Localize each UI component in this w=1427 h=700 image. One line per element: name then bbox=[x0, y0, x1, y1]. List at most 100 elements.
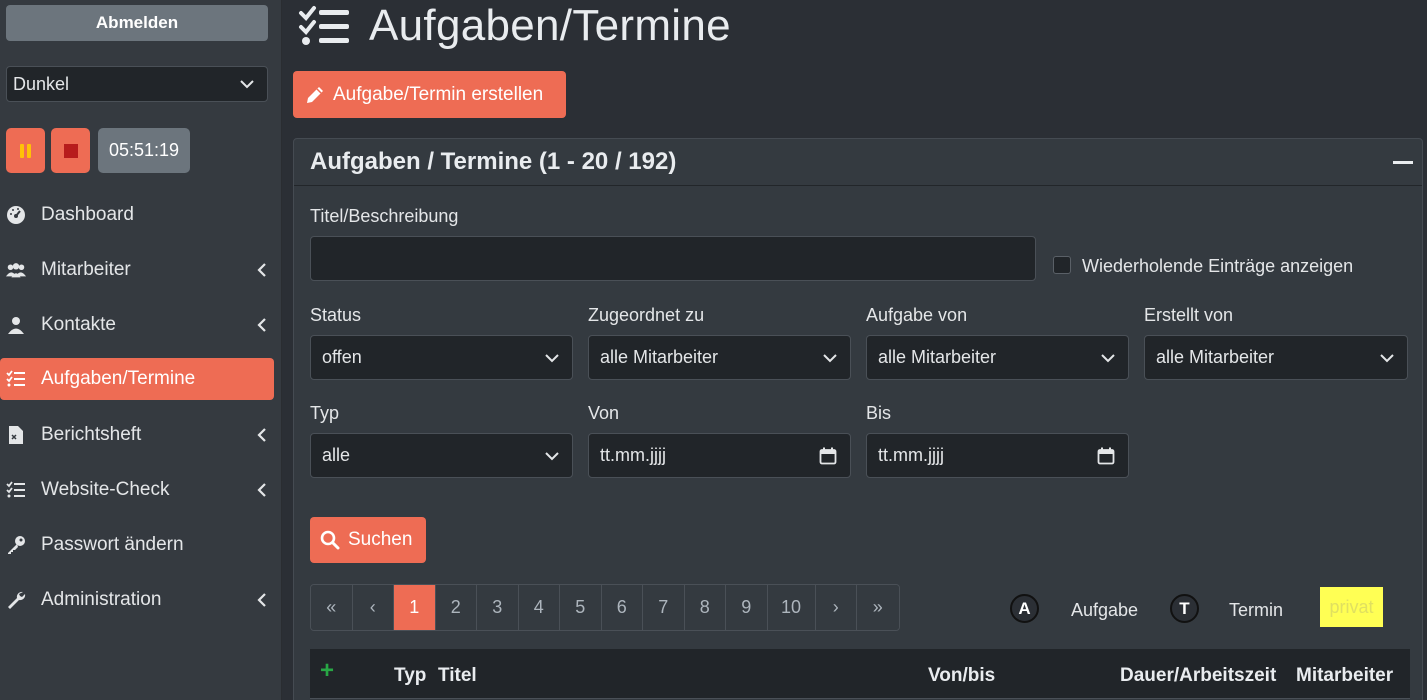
column-header-titel: Titel bbox=[438, 665, 477, 686]
create-task-label: Aufgabe/Termin erstellen bbox=[333, 83, 544, 105]
sidebar-item-kontakte[interactable]: Kontakte bbox=[0, 297, 282, 352]
type-filter-label: Typ bbox=[310, 403, 340, 423]
pause-icon bbox=[20, 143, 31, 158]
pencil-icon bbox=[307, 86, 323, 103]
to-date-label: Bis bbox=[866, 403, 892, 423]
assigned-select[interactable]: alle Mitarbeiter bbox=[588, 335, 851, 380]
add-icon[interactable]: + bbox=[320, 657, 334, 685]
sidebar-item-dashboard[interactable]: Dashboard bbox=[0, 187, 282, 242]
created-by-select[interactable]: alle Mitarbeiter bbox=[1144, 335, 1408, 380]
sidebar-item-aufgaben-termine[interactable]: Aufgaben/Termine bbox=[0, 358, 274, 400]
pagination-page[interactable]: 6 bbox=[601, 585, 643, 630]
status-select-value: offen bbox=[322, 347, 362, 367]
task-legend-label: Aufgabe bbox=[1071, 600, 1139, 620]
sidebar-item-label: Mitarbeiter bbox=[41, 258, 131, 280]
sidebar-item-label: Passwort ändern bbox=[41, 533, 184, 555]
status-filter-label: Status bbox=[310, 305, 362, 325]
timer-display: 05:51:19 bbox=[98, 128, 191, 173]
pagination-page[interactable]: 4 bbox=[518, 585, 560, 630]
pagination-first[interactable]: « bbox=[311, 585, 353, 630]
pagination-page[interactable]: 10 bbox=[767, 585, 816, 630]
chevron-left-icon bbox=[257, 482, 266, 497]
dashboard-icon bbox=[5, 204, 27, 226]
column-header-von-bis: Von/bis bbox=[928, 665, 996, 686]
calendar-icon[interactable] bbox=[819, 447, 837, 465]
pagination-prev[interactable]: ‹ bbox=[352, 585, 394, 630]
checklist-icon bbox=[5, 479, 27, 501]
search-button[interactable]: Suchen bbox=[310, 517, 426, 563]
status-select[interactable]: offen bbox=[310, 335, 573, 380]
chevron-down-icon bbox=[823, 353, 837, 362]
main-content: Aufgaben/Termine Aufgabe/Termin erstelle… bbox=[293, 0, 1427, 700]
chevron-left-icon bbox=[257, 427, 266, 442]
chevron-left-icon bbox=[257, 317, 266, 332]
from-date-input[interactable]: tt.mm.jjjj bbox=[588, 433, 851, 478]
task-from-select[interactable]: alle Mitarbeiter bbox=[866, 335, 1129, 380]
timer-controls: 05:51:19 bbox=[6, 128, 191, 173]
type-select-value: alle bbox=[322, 445, 351, 465]
title-filter-label: Titel/Beschreibung bbox=[310, 206, 459, 226]
column-header-dauer: Dauer/Arbeitszeit bbox=[1120, 665, 1277, 686]
pagination-page[interactable]: 3 bbox=[477, 585, 519, 630]
private-legend: privat bbox=[1320, 587, 1383, 627]
sidebar-item-label: Aufgaben/Termine bbox=[41, 368, 196, 389]
report-icon bbox=[5, 424, 27, 446]
assigned-select-value: alle Mitarbeiter bbox=[600, 347, 719, 367]
pagination-page[interactable]: 1 bbox=[394, 585, 436, 630]
page-title: Aufgaben/Termine bbox=[369, 1, 731, 50]
users-icon bbox=[5, 259, 27, 281]
sidebar-item-website-check[interactable]: Website-Check bbox=[0, 462, 282, 517]
search-label: Suchen bbox=[348, 529, 413, 550]
minus-icon bbox=[1393, 160, 1413, 164]
assigned-filter-label: Zugeordnet zu bbox=[588, 305, 705, 325]
created-by-select-value: alle Mitarbeiter bbox=[1156, 347, 1275, 367]
tasks-card: Aufgaben / Termine (1 - 20 / 192) Titel/… bbox=[293, 138, 1423, 700]
pagination-page[interactable]: 5 bbox=[560, 585, 602, 630]
title-filter-input[interactable] bbox=[310, 236, 1036, 281]
chevron-left-icon bbox=[257, 262, 266, 277]
theme-select[interactable]: Dunkel bbox=[6, 66, 268, 102]
pagination-next[interactable]: › bbox=[815, 585, 857, 630]
sidebar-item-label: Berichtsheft bbox=[41, 423, 142, 445]
sidebar-item-administration[interactable]: Administration bbox=[0, 572, 282, 627]
calendar-icon[interactable] bbox=[1097, 447, 1115, 465]
task-from-select-value: alle Mitarbeiter bbox=[878, 347, 997, 367]
sidebar-item-passwort[interactable]: Passwort ändern bbox=[0, 517, 282, 572]
task-from-filter-label: Aufgabe von bbox=[866, 305, 968, 325]
table-header: + Typ Titel Von/bis Dauer/Arbeitszeit Mi… bbox=[310, 649, 1410, 699]
chevron-down-icon bbox=[1380, 353, 1394, 362]
pagination: « ‹ 1 2 3 4 5 6 7 8 9 10 › » bbox=[310, 584, 900, 631]
sidebar-item-mitarbeiter[interactable]: Mitarbeiter bbox=[0, 242, 282, 297]
column-header-mitarbeiter: Mitarbeiter bbox=[1296, 665, 1394, 686]
sidebar: Abmelden Dunkel 05:51:19 Dashboard Mitar… bbox=[0, 0, 282, 700]
key-icon bbox=[5, 534, 27, 556]
pagination-page[interactable]: 9 bbox=[726, 585, 768, 630]
sidebar-item-berichtsheft[interactable]: Berichtsheft bbox=[0, 407, 282, 462]
from-date-value: tt.mm.jjjj bbox=[600, 445, 666, 465]
chevron-down-icon bbox=[545, 353, 559, 362]
chevron-down-icon bbox=[240, 80, 254, 89]
tasks-icon bbox=[299, 6, 349, 45]
pagination-page[interactable]: 7 bbox=[643, 585, 685, 630]
sidebar-item-label: Dashboard bbox=[41, 203, 134, 225]
pagination-page[interactable]: 2 bbox=[435, 585, 477, 630]
logout-button[interactable]: Abmelden bbox=[6, 5, 268, 41]
search-icon bbox=[320, 530, 340, 550]
stop-icon bbox=[63, 143, 78, 158]
recurring-label: Wiederholende Einträge anzeigen bbox=[1082, 256, 1354, 276]
collapse-button[interactable] bbox=[1390, 149, 1416, 175]
type-select[interactable]: alle bbox=[310, 433, 573, 478]
page-header: Aufgaben/Termine bbox=[293, 0, 731, 52]
recurring-checkbox[interactable] bbox=[1053, 256, 1071, 274]
create-task-button[interactable]: Aufgabe/Termin erstellen bbox=[293, 71, 566, 118]
chevron-down-icon bbox=[545, 451, 559, 460]
pagination-last[interactable]: » bbox=[857, 585, 899, 630]
theme-select-value: Dunkel bbox=[13, 73, 70, 94]
to-date-input[interactable]: tt.mm.jjjj bbox=[866, 433, 1129, 478]
pause-button[interactable] bbox=[6, 128, 45, 173]
pagination-page[interactable]: 8 bbox=[684, 585, 726, 630]
contact-icon bbox=[5, 314, 27, 336]
sidebar-item-label: Administration bbox=[41, 588, 162, 610]
from-date-label: Von bbox=[588, 403, 620, 423]
stop-button[interactable] bbox=[51, 128, 90, 173]
